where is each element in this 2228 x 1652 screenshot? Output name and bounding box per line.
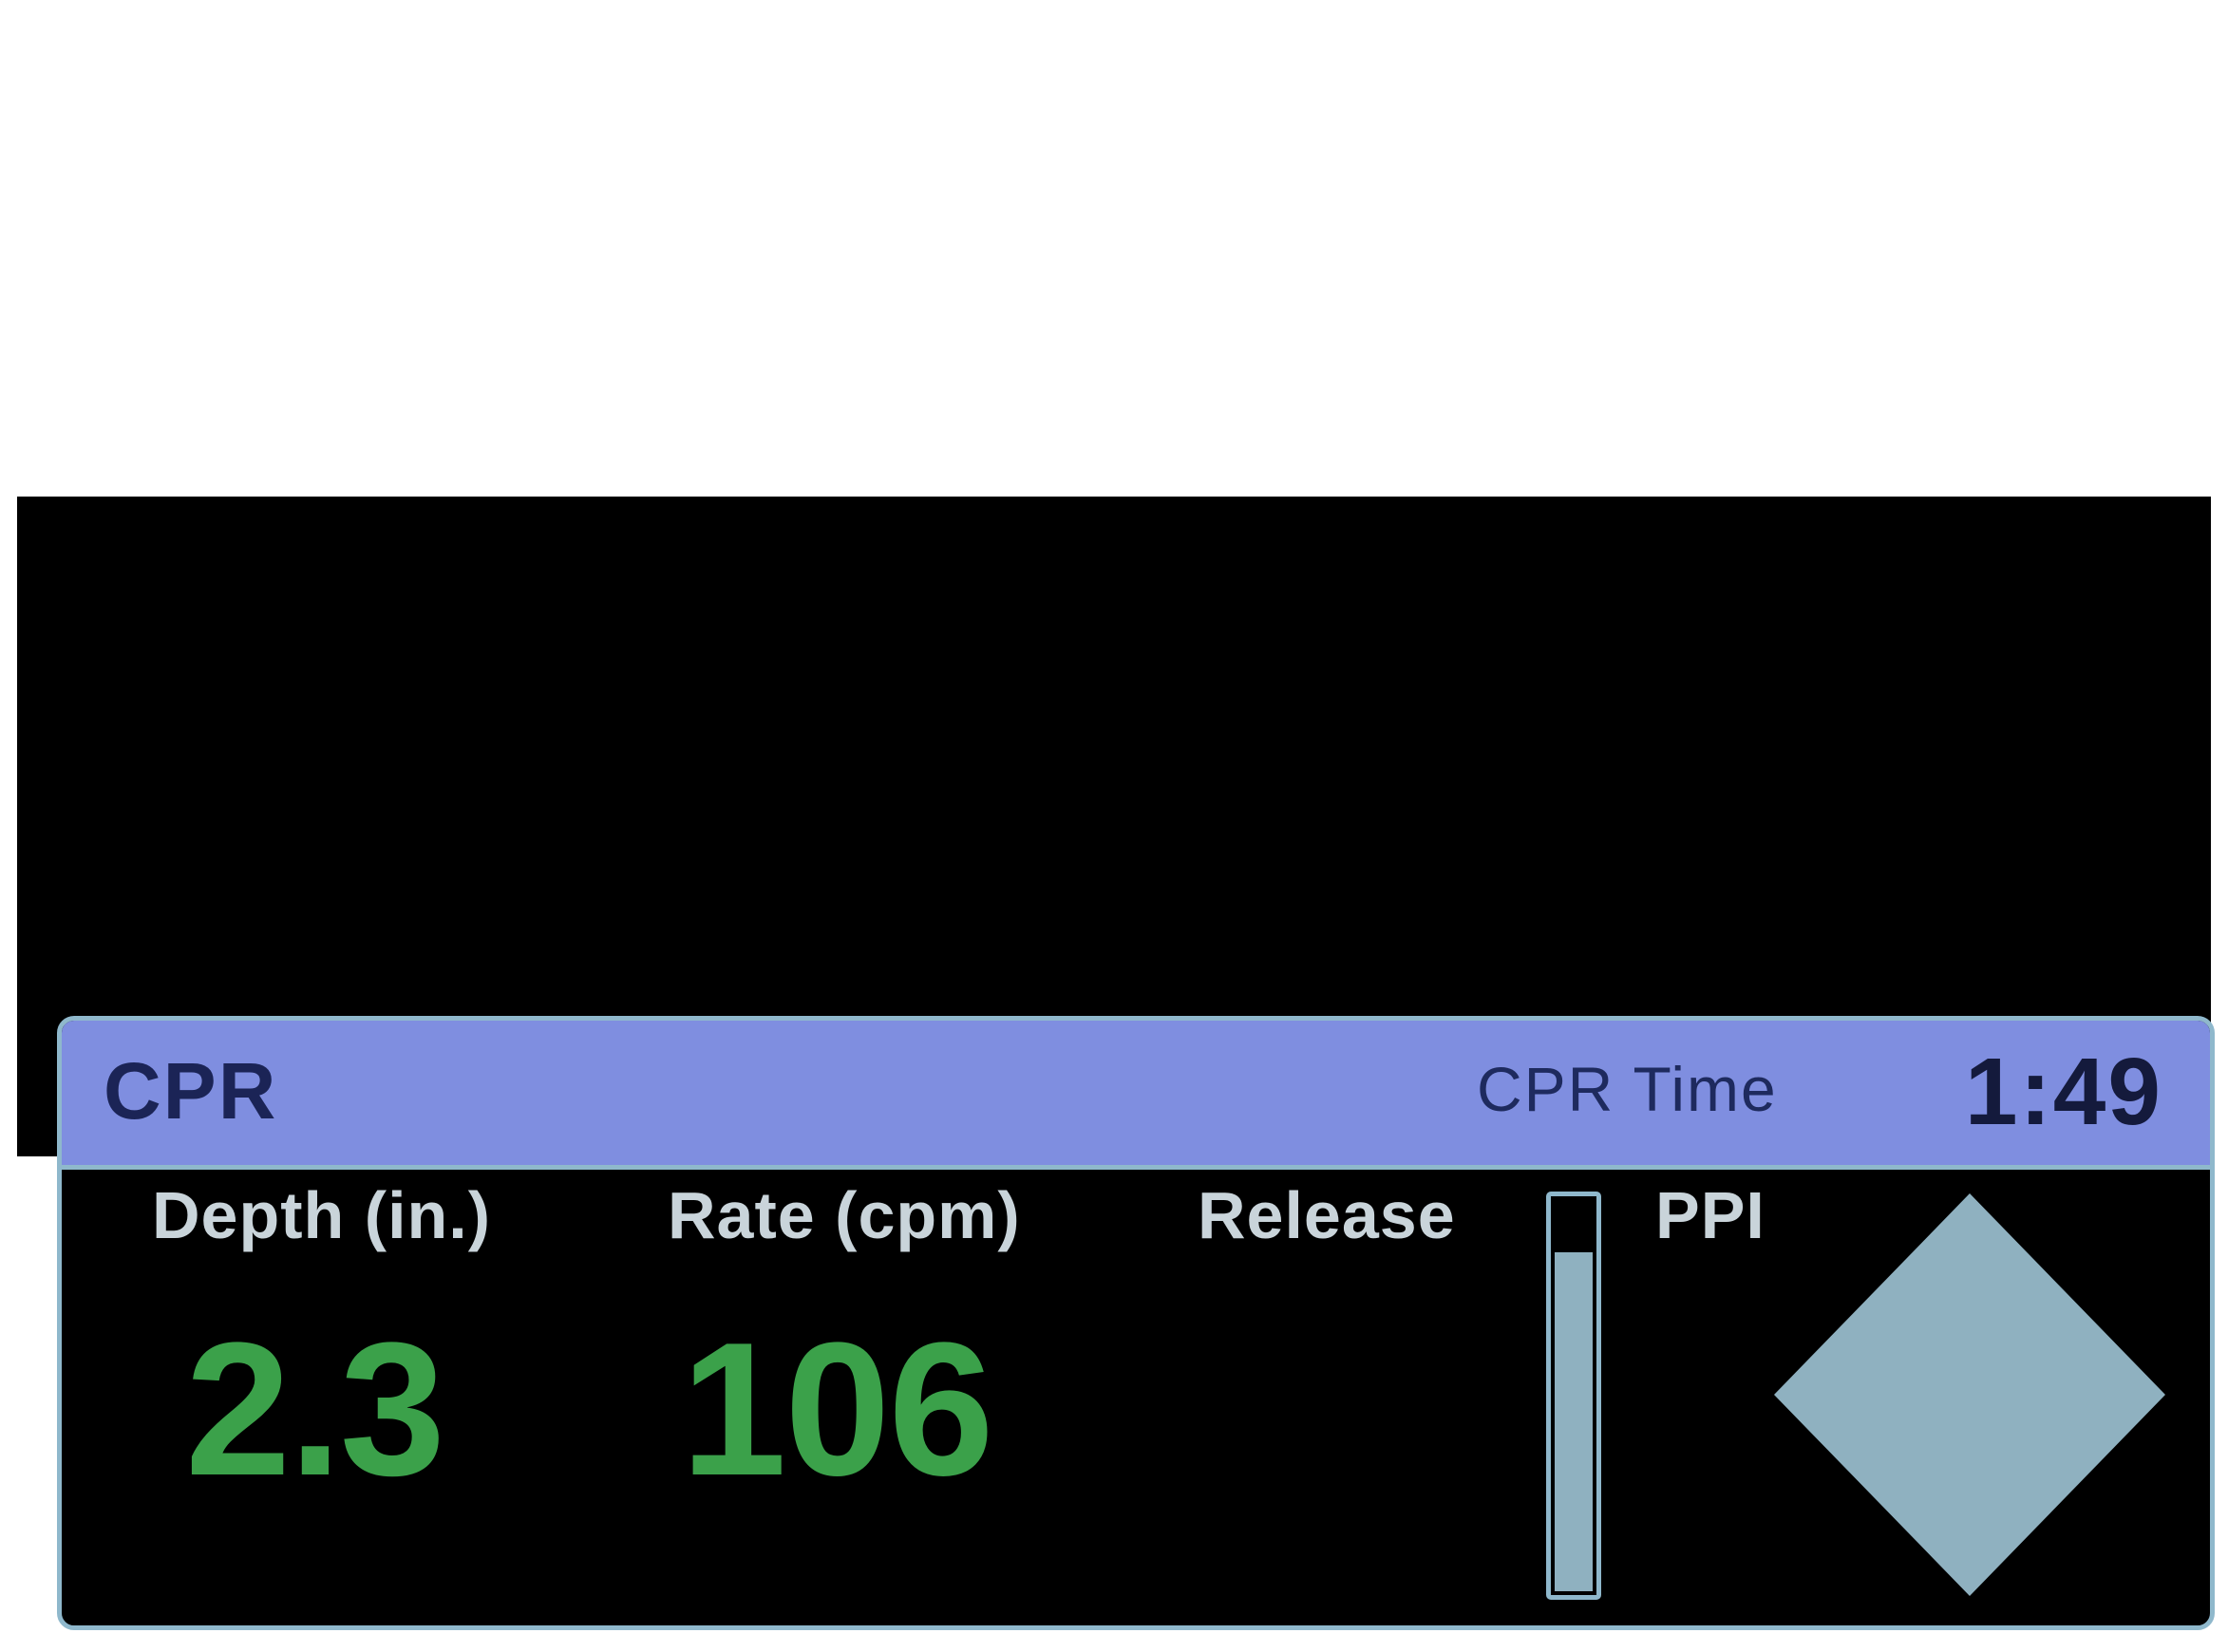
cpr-time-value: 1:49 [1964,1039,2162,1145]
release-label: Release [1198,1178,1456,1252]
depth-label: Depth (in.) [152,1178,492,1252]
panel-title: CPR [104,1046,278,1136]
monitor-bezel: CPR CPR Time 1:49 Depth (in.) 2.3 Rate (… [17,497,2215,1630]
rate-value: 106 [681,1304,994,1515]
ppi-label: PPI [1655,1178,1765,1252]
release-bar [1546,1192,1601,1600]
rate-label: Rate (cpm) [668,1178,1021,1252]
depth-value: 2.3 [185,1304,445,1515]
release-bar-fill [1555,1251,1593,1591]
panel-header: CPR CPR Time 1:49 [62,1021,2210,1170]
diamond-icon [1774,1193,2165,1596]
cpr-panel: CPR CPR Time 1:49 Depth (in.) 2.3 Rate (… [57,1016,2215,1630]
ppi-indicator [1774,1193,2165,1596]
cpr-time-label: CPR Time [1477,1054,1778,1124]
